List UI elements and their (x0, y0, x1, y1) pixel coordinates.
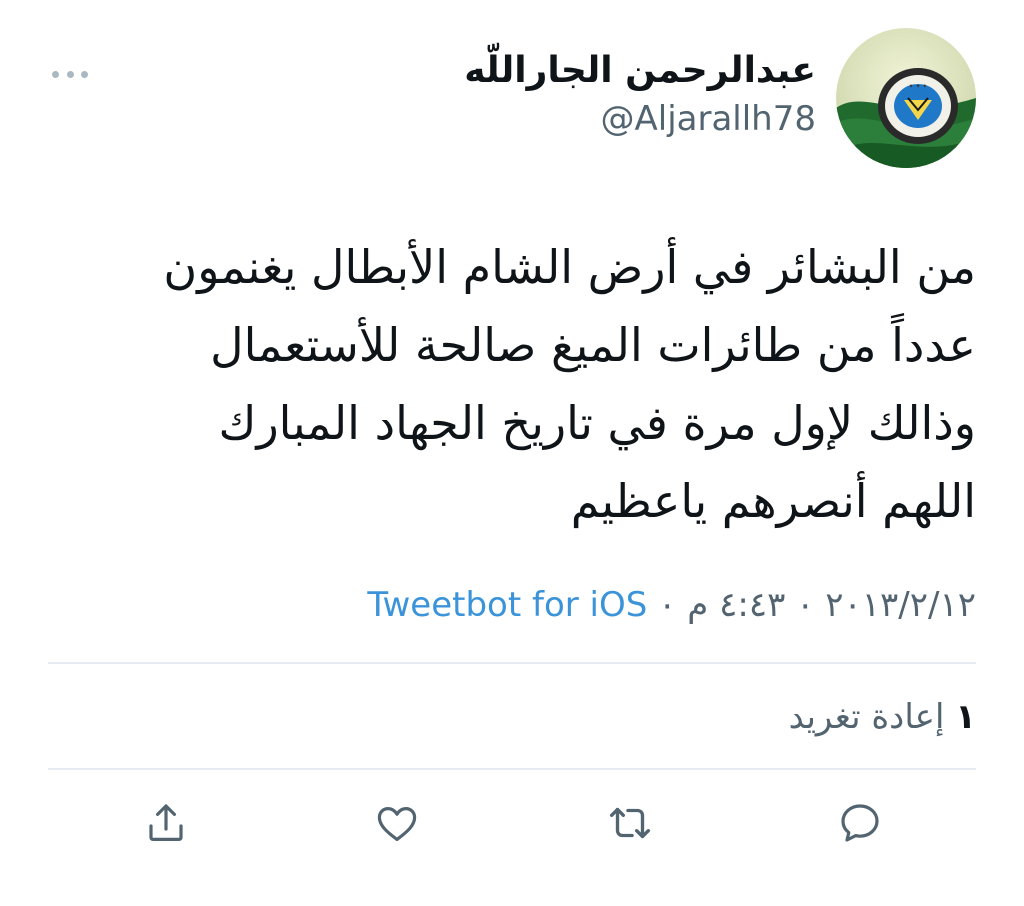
user-info[interactable]: عبدالرحمن الجاراللّه @Aljarallh78 (464, 46, 816, 142)
user-handle[interactable]: @Aljarallh78 (464, 96, 816, 142)
tweet-text: من البشائر في أرض الشام الأبطال يغنمون ع… (163, 240, 976, 528)
retweet-button[interactable] (605, 798, 655, 848)
like-icon (377, 807, 417, 841)
more-dot (66, 70, 74, 78)
tweet-detail: ✦ ✦ ✦ عبدالرحمن الجاراللّه @Aljarallh78 … (0, 0, 1024, 906)
tweet-source-link[interactable]: Tweetbot for iOS (367, 585, 647, 625)
more-options-button[interactable] (52, 62, 88, 86)
share-icon (149, 804, 183, 841)
retweet-stats[interactable]: ١ إعادة تغريد (789, 694, 976, 740)
divider (48, 662, 976, 664)
avatar[interactable]: ✦ ✦ ✦ (836, 28, 976, 168)
more-dot (81, 70, 88, 78)
tweet-meta: ٢٠١٣/٢/١٢ ٠ ٤:٤٣ م ٠ Tweetbot for iOS (367, 582, 976, 628)
reply-icon (841, 804, 879, 842)
tweet-timestamp[interactable]: ٢٠١٣/٢/١٢ ٠ ٤:٤٣ م ٠ (658, 585, 976, 625)
divider (48, 768, 976, 770)
retweet-icon (610, 807, 650, 839)
retweet-label: إعادة تغريد (788, 697, 945, 737)
display-name[interactable]: عبدالرحمن الجاراللّه (464, 46, 816, 96)
like-button[interactable] (372, 798, 422, 848)
more-dot (52, 70, 59, 78)
share-button[interactable] (141, 798, 191, 848)
reply-button[interactable] (835, 798, 885, 848)
retweet-count: ١ (955, 697, 976, 737)
svg-text:✦ ✦ ✦: ✦ ✦ ✦ (909, 83, 928, 90)
profile-avatar-emblem-icon: ✦ ✦ ✦ (836, 28, 976, 168)
